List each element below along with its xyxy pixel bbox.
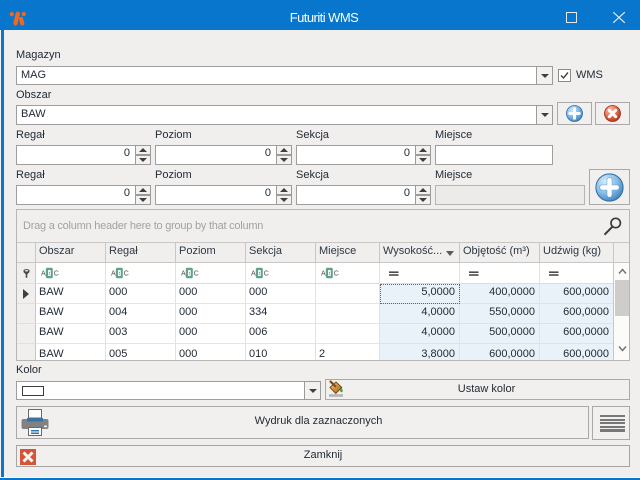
- svg-text:C: C: [124, 271, 129, 278]
- svg-text:C: C: [264, 271, 269, 278]
- svg-text:A: A: [181, 271, 186, 278]
- svg-text:C: C: [194, 271, 199, 278]
- svg-text:A: A: [111, 271, 116, 278]
- svg-text:A: A: [321, 271, 326, 278]
- svg-text:A: A: [41, 271, 46, 278]
- svg-text:A: A: [251, 271, 256, 278]
- svg-text:C: C: [334, 271, 339, 278]
- svg-text:C: C: [54, 271, 59, 278]
